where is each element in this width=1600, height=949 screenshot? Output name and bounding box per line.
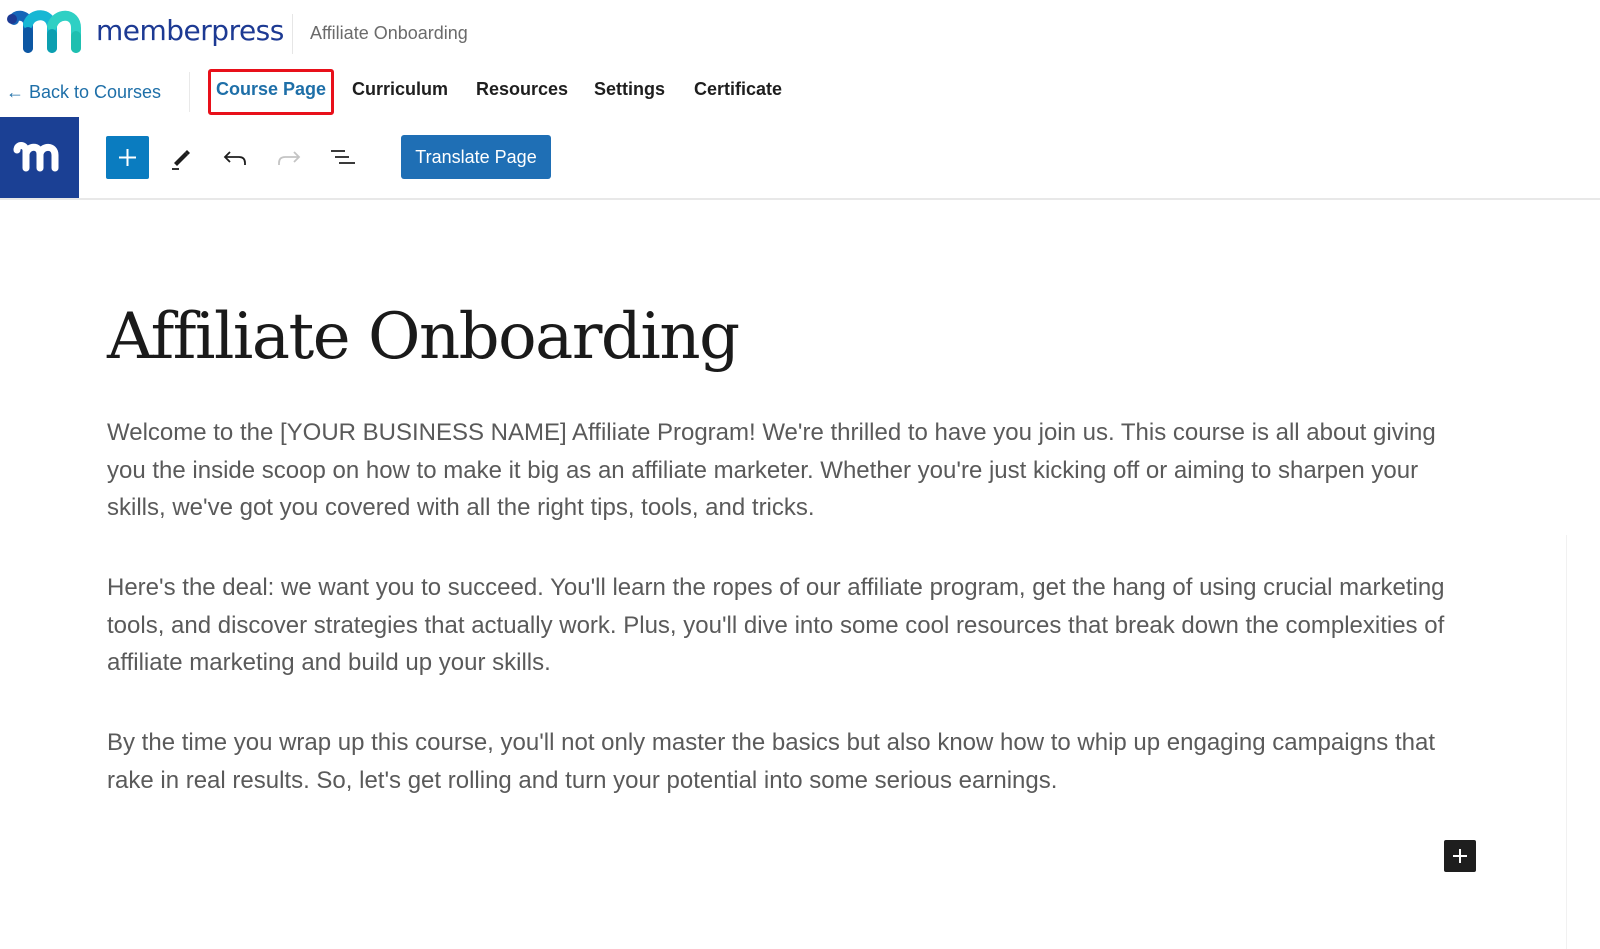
redo-icon [278,151,301,165]
tab-course-page[interactable]: Course Page [216,79,326,100]
page-title[interactable]: Affiliate Onboarding [107,300,740,374]
translate-page-button[interactable]: Translate Page [401,135,551,179]
pencil-icon [172,150,190,170]
redo-button[interactable] [273,142,305,174]
memberpress-logo-icon [7,10,81,53]
list-view-icon [331,150,355,164]
paragraph-block[interactable]: Welcome to the [YOUR BUSINESS NAME] Affi… [107,414,1477,527]
editor-toolbar: Translate Page [0,117,1600,200]
add-block-button[interactable] [1444,840,1476,872]
plus-icon [119,149,136,166]
divider [189,72,190,112]
undo-icon [223,151,246,165]
back-to-courses-link[interactable]: ← Back to Courses [6,82,161,103]
plus-icon [1453,849,1467,863]
block-inserter-button[interactable] [106,136,149,179]
divider [292,14,293,54]
course-title: Affiliate Onboarding [310,23,468,43]
scrollbar-track[interactable] [1566,535,1567,949]
course-tabs-bar: ← Back to Courses Course Page Curriculum… [0,68,1600,118]
memberpress-logo-icon [13,142,59,172]
paragraph-block[interactable]: By the time you wrap up this course, you… [107,724,1477,799]
tab-curriculum[interactable]: Curriculum [352,79,448,100]
brand-name: memberpress [96,14,284,47]
memberpress-home-button[interactable] [0,117,79,198]
tools-button[interactable] [165,142,197,174]
paragraph-block[interactable]: Here's the deal: we want you to succeed.… [107,569,1477,682]
tab-settings[interactable]: Settings [594,79,665,100]
tab-resources[interactable]: Resources [476,79,568,100]
tab-certificate[interactable]: Certificate [694,79,782,100]
undo-button[interactable] [219,142,251,174]
list-view-button[interactable] [327,142,359,174]
top-bar: memberpress Affiliate Onboarding [0,0,1600,68]
